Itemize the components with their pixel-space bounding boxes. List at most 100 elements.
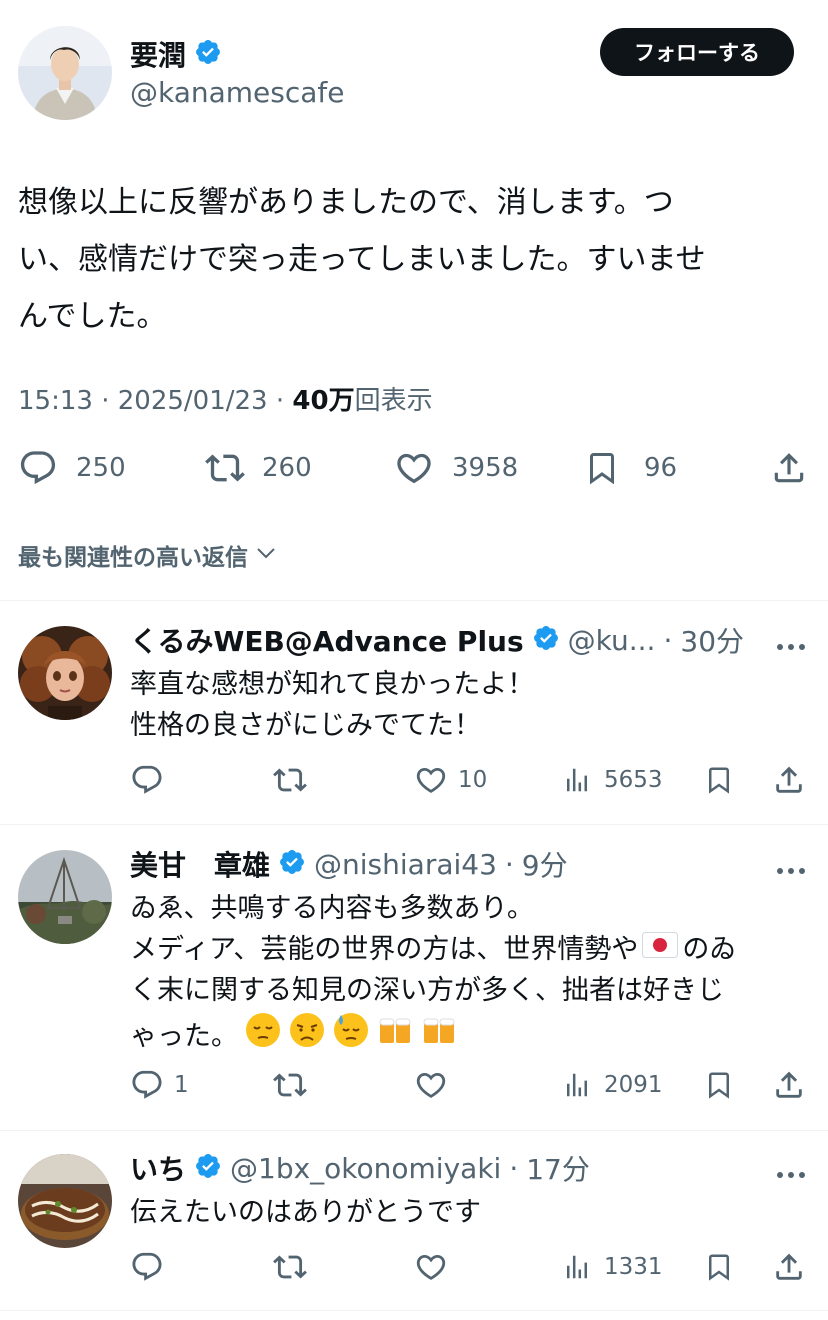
retweet-icon — [272, 1068, 308, 1102]
reply-time[interactable]: 30分 — [680, 620, 744, 660]
views-icon — [562, 1250, 592, 1284]
views-button[interactable]: 2091 — [562, 1068, 663, 1102]
sweat-face-icon — [332, 1011, 370, 1061]
bookmark-button[interactable] — [704, 1068, 734, 1102]
share-icon — [772, 763, 806, 797]
view-label: 回表示 — [354, 386, 433, 416]
reply-text-line: 性格の良さがにじみでてた！ — [130, 710, 481, 741]
author-handle[interactable]: @kanamescafe — [130, 76, 345, 109]
reply-text: ゐゑ、共鳴する内容も多数あり。 メディア、芸能の世界の方は、世界情勢や のゐ く… — [130, 888, 820, 1061]
heart-icon — [414, 1250, 448, 1284]
divider — [0, 1310, 828, 1311]
tweet-text-line: 想像以上に反響がありましたので、消します。つ — [18, 185, 674, 220]
retweet-button[interactable] — [272, 1068, 308, 1102]
meta-separator: · — [275, 386, 285, 416]
share-icon — [772, 1068, 806, 1102]
bookmark-icon — [704, 763, 734, 797]
divider — [0, 824, 828, 825]
verified-badge-icon — [278, 848, 306, 880]
retweet-icon — [272, 763, 308, 797]
bookmark-button[interactable]: 96 — [584, 448, 677, 488]
reply-time[interactable]: 17分 — [526, 1148, 590, 1188]
verified-badge-icon — [194, 1152, 222, 1184]
meta-separator: · — [101, 386, 110, 416]
reply-icon — [18, 448, 58, 488]
tweet-time[interactable]: 15:13 — [18, 386, 93, 416]
reply-text-line: ゃった。 — [130, 1020, 238, 1052]
like-button[interactable] — [414, 1250, 448, 1284]
reply-icon — [130, 763, 164, 797]
like-button[interactable]: 10 — [414, 763, 487, 797]
reply-button[interactable]: 1 — [130, 1068, 189, 1102]
heart-icon — [414, 763, 448, 797]
reply-author-handle[interactable]: @ku... — [568, 624, 656, 657]
reply-text: 伝えたいのはありがとうです — [130, 1192, 810, 1233]
author-avatar[interactable] — [18, 26, 112, 120]
tweet-date[interactable]: 2025/01/23 — [118, 386, 268, 416]
heart-icon — [414, 1068, 448, 1102]
heart-icon — [394, 448, 434, 488]
reply-author-name[interactable]: くるみWEB@Advance Plus — [130, 620, 524, 660]
reply-time[interactable]: 9分 — [522, 844, 568, 884]
tweet-text: 想像以上に反響がありましたので、消します。つ い、感情だけで突っ走ってしまいまし… — [18, 174, 818, 345]
reply-avatar[interactable] — [18, 1154, 112, 1248]
time-separator: · — [663, 623, 673, 657]
reply-author-handle[interactable]: @1bx_okonomiyaki — [230, 1152, 501, 1185]
more-icon[interactable] — [776, 1164, 806, 1178]
reply-button[interactable] — [130, 763, 164, 797]
time-separator: · — [509, 1151, 519, 1185]
view-count: 40万 — [292, 386, 355, 416]
like-count: 3958 — [452, 453, 519, 483]
reply-text-line: 率直な感想が知れて良かったよ！ — [130, 669, 535, 700]
reply-text-line: く末に関する知見の深い方が多く、拙者は好きじ — [130, 975, 724, 1006]
views-button[interactable]: 1331 — [562, 1250, 663, 1284]
like-button[interactable] — [414, 1068, 448, 1102]
reply-button[interactable]: 250 — [18, 448, 126, 488]
reply-button[interactable] — [130, 1250, 164, 1284]
retweet-button[interactable] — [272, 763, 308, 797]
reply-avatar[interactable] — [18, 626, 112, 720]
retweet-button[interactable]: 260 — [204, 448, 312, 488]
tweet-text-line: んでした。 — [18, 299, 167, 334]
reply-author-name[interactable]: 美甘 章雄 — [130, 844, 270, 884]
like-count: 10 — [458, 767, 488, 793]
pensive-face-icon — [244, 1011, 282, 1061]
bookmark-button[interactable] — [704, 1250, 734, 1284]
retweet-button[interactable] — [272, 1250, 308, 1284]
bookmark-icon — [584, 448, 620, 488]
reply-sort-label: 最も関連性の高い返信 — [18, 545, 248, 571]
view-count: 1331 — [604, 1254, 663, 1280]
tweet-meta: 15:13 · 2025/01/23 · 40万回表示 — [18, 380, 433, 417]
reply-avatar[interactable] — [18, 850, 112, 944]
reply-text-line: ゐゑ、共鳴する内容も多数あり。 — [130, 893, 534, 924]
follow-button[interactable]: フォローする — [600, 28, 794, 76]
reply-sort-dropdown[interactable]: 最も関連性の高い返信 — [18, 538, 278, 572]
author-name[interactable]: 要潤 — [130, 34, 186, 74]
tweet-text-line: い、感情だけで突っ走ってしまいました。すいませ — [18, 242, 706, 277]
more-icon[interactable] — [776, 860, 806, 874]
reply-author-handle[interactable]: @nishiarai43 — [314, 848, 497, 881]
chevron-down-icon — [254, 541, 278, 569]
verified-badge-icon — [194, 38, 222, 70]
reply-author-name[interactable]: いち — [130, 1148, 186, 1188]
reply-count: 250 — [76, 453, 126, 483]
share-button[interactable] — [772, 1068, 806, 1102]
share-button[interactable] — [770, 448, 808, 488]
bookmark-icon — [704, 1068, 734, 1102]
verified-badge-icon — [532, 624, 560, 656]
share-button[interactable] — [772, 1250, 806, 1284]
bookmark-button[interactable] — [704, 763, 734, 797]
views-button[interactable]: 5653 — [562, 763, 663, 797]
share-icon — [772, 1250, 806, 1284]
bookmark-icon — [704, 1250, 734, 1284]
more-icon[interactable] — [776, 636, 806, 650]
like-button[interactable]: 3958 — [394, 448, 518, 488]
views-icon — [562, 763, 592, 797]
reply-icon — [130, 1068, 164, 1102]
reply-text-line: 伝えたいのはありがとうです — [130, 1197, 481, 1228]
retweet-count: 260 — [262, 453, 312, 483]
divider — [0, 600, 828, 601]
beer-mugs-icon — [420, 1011, 458, 1061]
share-button[interactable] — [772, 763, 806, 797]
view-count: 2091 — [604, 1072, 663, 1098]
